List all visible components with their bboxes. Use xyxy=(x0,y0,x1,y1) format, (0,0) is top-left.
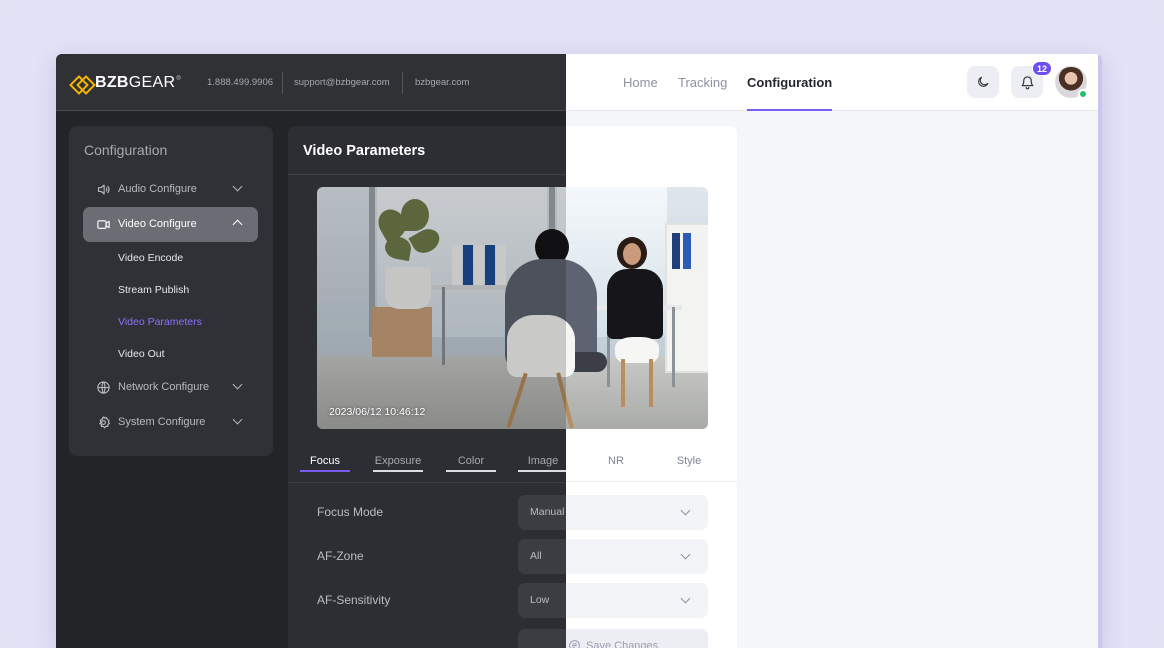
page-background: Home Tracking Configuration 12 NR Style xyxy=(0,0,1164,648)
sidebar-item-audio-configure[interactable]: Audio Configure xyxy=(83,172,258,207)
tab-exposure[interactable]: Exposure xyxy=(373,444,423,482)
header-divider xyxy=(402,72,403,94)
sidebar-item-label: Audio Configure xyxy=(118,183,197,195)
af-sensitivity-label: AF-Sensitivity xyxy=(317,593,391,607)
nav-home[interactable]: Home xyxy=(623,54,658,111)
sidebar-item-label: Video Configure xyxy=(118,218,197,230)
theme-toggle-button[interactable] xyxy=(967,66,999,98)
video-camera-icon xyxy=(97,220,110,229)
gear-icon xyxy=(99,416,111,429)
chevron-down-icon xyxy=(232,414,243,425)
af-sensitivity-select[interactable]: Low xyxy=(518,583,566,618)
chevron-down-icon xyxy=(680,505,691,516)
binder-image xyxy=(694,233,702,269)
preview-timestamp: 2023/06/12 10:46:12 xyxy=(329,406,426,418)
focus-mode-value: Manual xyxy=(530,506,565,518)
header-divider xyxy=(282,72,283,94)
sidebar-subitem-video-parameters[interactable]: Video Parameters xyxy=(118,316,202,328)
tab-image[interactable]: Image xyxy=(518,444,566,482)
tab-style[interactable]: Style xyxy=(644,444,734,482)
chevron-down-icon xyxy=(680,549,691,560)
online-status-dot xyxy=(1078,89,1088,99)
sidebar-subitem-video-out[interactable]: Video Out xyxy=(118,348,165,360)
sidebar-item-label: System Configure xyxy=(118,416,206,428)
woman-body-image xyxy=(607,269,663,339)
focus-mode-select[interactable]: Manual xyxy=(518,495,566,530)
logo-mark-icon xyxy=(72,77,91,90)
tab-focus[interactable]: Focus xyxy=(300,444,350,482)
sidebar-item-system-configure[interactable]: System Configure xyxy=(83,405,258,440)
sidebar: Configuration Audio Configure Video Conf… xyxy=(69,126,273,456)
chevron-down-icon xyxy=(232,379,243,390)
chevron-up-icon xyxy=(232,219,243,230)
save-changes-button-dark[interactable] xyxy=(518,629,566,648)
save-icon xyxy=(569,640,580,648)
chair-leg xyxy=(621,359,625,407)
support-email[interactable]: support@bzbgear.com xyxy=(294,77,390,88)
af-zone-label: AF-Zone xyxy=(317,549,364,563)
sidebar-item-label: Network Configure xyxy=(118,381,210,393)
chair-leg xyxy=(649,359,653,407)
notification-count-badge: 12 xyxy=(1031,61,1052,76)
sidebar-title: Configuration xyxy=(84,142,168,158)
sidebar-subitem-video-encode[interactable]: Video Encode xyxy=(118,252,183,264)
speaker-icon xyxy=(97,184,110,195)
nav-configuration[interactable]: Configuration xyxy=(747,54,833,111)
preview-dark-tint xyxy=(317,187,566,429)
globe-icon xyxy=(97,381,110,394)
desk-leg xyxy=(672,307,675,387)
phone-number[interactable]: 1.888.499.9906 xyxy=(207,77,273,88)
card-title: Video Parameters xyxy=(303,143,426,159)
binder-image xyxy=(672,233,680,269)
moon-icon xyxy=(978,76,989,87)
sidebar-subitem-stream-publish[interactable]: Stream Publish xyxy=(118,284,189,296)
nav-tracking[interactable]: Tracking xyxy=(678,54,727,111)
chevron-down-icon xyxy=(680,593,691,604)
sidebar-item-video-configure[interactable]: Video Configure xyxy=(83,207,258,242)
af-sensitivity-value: Low xyxy=(530,594,550,606)
bell-icon xyxy=(1021,75,1033,89)
app-window: Home Tracking Configuration 12 NR Style xyxy=(56,54,1102,648)
tabs-divider xyxy=(288,482,566,483)
window-edge-accent xyxy=(1098,54,1102,648)
bzbgear-logo[interactable]: BZBGEAR ® xyxy=(72,73,181,93)
camera-preview[interactable]: 2023/06/12 10:46:12 xyxy=(317,187,708,429)
tab-color[interactable]: Color xyxy=(446,444,496,482)
website-link[interactable]: bzbgear.com xyxy=(415,77,469,88)
notifications-button[interactable]: 12 xyxy=(1011,61,1052,98)
user-avatar[interactable] xyxy=(1055,66,1088,99)
sidebar-item-network-configure[interactable]: Network Configure xyxy=(83,370,258,405)
af-zone-select[interactable]: All xyxy=(518,539,566,574)
af-zone-value: All xyxy=(530,550,542,562)
card-divider xyxy=(288,174,566,175)
woman-face-image xyxy=(623,243,641,265)
chevron-down-icon xyxy=(232,181,243,192)
binder-image xyxy=(683,233,691,269)
registered-mark: ® xyxy=(176,76,181,82)
focus-mode-label: Focus Mode xyxy=(317,505,384,519)
logo-text: BZBGEAR xyxy=(95,74,176,91)
save-changes-label: Save Changes xyxy=(586,640,659,648)
dark-header: BZBGEAR ® 1.888.499.9906 support@bzbgear… xyxy=(56,54,566,111)
